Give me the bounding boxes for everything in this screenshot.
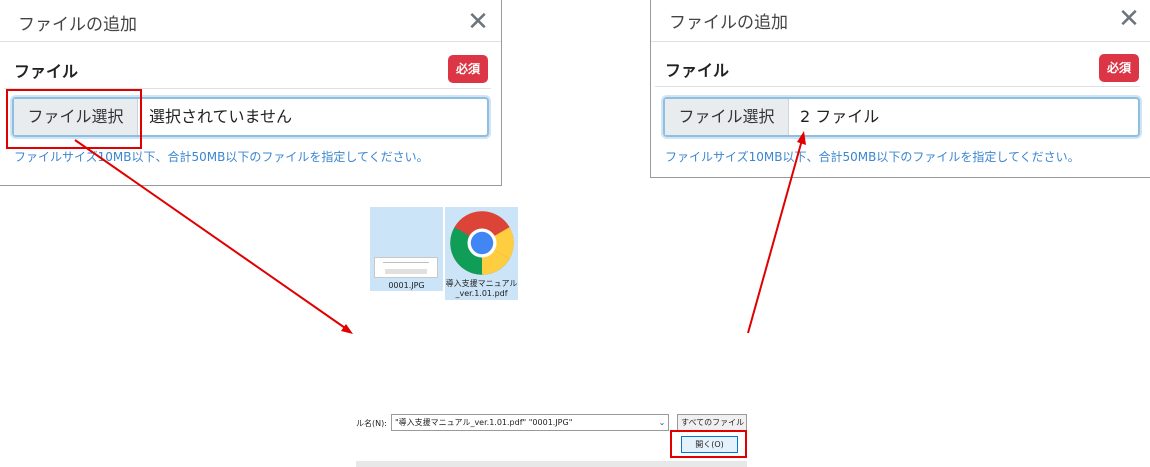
help-text: ファイルサイズ10MB以下、合計50MB以下のファイルを指定してください。 (665, 150, 1080, 164)
required-badge: 必須 (1099, 54, 1139, 82)
dialog-bottom-strip (356, 461, 747, 467)
filename-input[interactable]: "導入支援マニュアル_ver.1.01.pdf" "0001.JPG" ⌄ (391, 414, 669, 431)
file-add-modal-before: ファイルの追加 ✕ ファイル 必須 ファイル選択 選択されていません ファイルサ… (0, 0, 502, 186)
file-item-pdf[interactable]: 導入支援マニュアル_ver.1.01.pdf (445, 207, 518, 300)
close-icon[interactable]: ✕ (464, 8, 492, 36)
modal-title: ファイルの追加 (18, 15, 137, 35)
divider (655, 86, 1140, 87)
highlight-box-open-button (670, 430, 747, 458)
highlight-box-choose-button (6, 89, 142, 149)
choose-file-button[interactable]: ファイル選択 (665, 99, 789, 135)
filename-label: ル名(N): (356, 419, 387, 428)
close-icon[interactable]: ✕ (1115, 5, 1143, 33)
chrome-icon (450, 211, 514, 275)
required-badge: 必須 (448, 55, 488, 83)
file-open-dialog: 0001.JPG 導入支援マニュアル_ver.1.01.pdf ル名(N): "… (356, 203, 747, 467)
modal-header: ファイルの追加 ✕ (651, 0, 1150, 42)
file-status-text: 選択されていません (149, 107, 293, 126)
file-item-name: 0001.JPG (388, 281, 425, 290)
file-input[interactable]: ファイル選択 2 ファイル (663, 97, 1140, 137)
filename-value: "導入支援マニュアル_ver.1.01.pdf" "0001.JPG" (395, 418, 573, 427)
help-text: ファイルサイズ10MB以下、合計50MB以下のファイルを指定してください。 (14, 150, 429, 164)
modal-title: ファイルの追加 (669, 13, 788, 33)
modal-header: ファイルの追加 ✕ (0, 0, 501, 42)
field-label-file: ファイル (14, 62, 79, 81)
field-label-file: ファイル (665, 61, 730, 80)
file-item-jpg[interactable]: 0001.JPG (370, 207, 443, 291)
arrow-head-icon (341, 324, 353, 334)
file-add-modal-after: ファイルの追加 ✕ ファイル 必須 ファイル選択 2 ファイル ファイルサイズ1… (650, 0, 1150, 178)
image-thumbnail-icon (374, 257, 438, 278)
file-item-name: 導入支援マニュアル_ver.1.01.pdf (445, 279, 518, 298)
chevron-down-icon[interactable]: ⌄ (656, 415, 668, 430)
file-status-text: 2 ファイル (800, 107, 880, 126)
filetype-select[interactable]: すべてのファイル (*.*) (677, 414, 747, 431)
